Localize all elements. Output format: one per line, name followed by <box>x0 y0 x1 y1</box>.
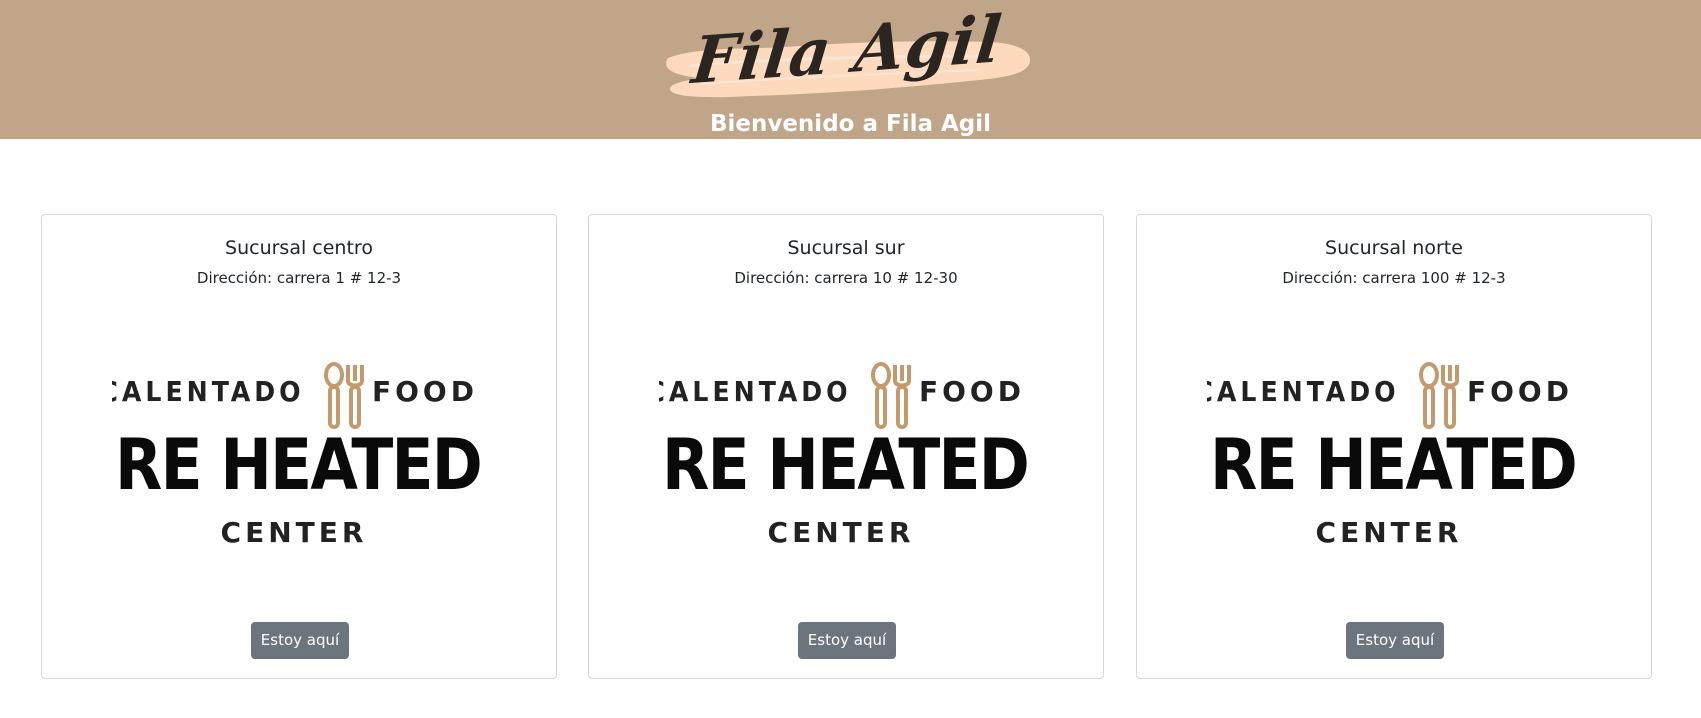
fila-agil-logo: Fila Agil <box>660 2 1034 112</box>
brand-top-right: FOOD <box>372 375 478 408</box>
branch-name: Sucursal sur <box>787 237 905 259</box>
branch-address: Dirección: carrera 10 # 12-30 <box>734 269 958 287</box>
branch-card: Sucursal sur Dirección: carrera 10 # 12-… <box>588 214 1104 679</box>
estoy-aqui-button[interactable]: Estoy aquí <box>251 622 349 659</box>
reheated-food-center-logo: CALENTADO FOOD RE HEATED CENTER <box>112 362 483 547</box>
estoy-aqui-button[interactable]: Estoy aquí <box>798 622 896 659</box>
brand-top-left: CALENTADO <box>1207 375 1400 408</box>
branch-name: Sucursal centro <box>225 237 373 259</box>
branch-card: Sucursal norte Dirección: carrera 100 # … <box>1136 214 1652 679</box>
brand-bottom: CENTER <box>221 516 368 547</box>
brand-top-left: CALENTADO <box>112 375 305 408</box>
brand-top-right: FOOD <box>1467 375 1573 408</box>
branch-card: Sucursal centro Dirección: carrera 1 # 1… <box>41 214 557 679</box>
estoy-aqui-button[interactable]: Estoy aquí <box>1346 622 1444 659</box>
brand-main: RE HEATED <box>1210 424 1576 506</box>
welcome-heading: Bienvenido a Fila Agil <box>709 111 992 137</box>
brand-main: RE HEATED <box>662 424 1028 506</box>
brand-top-right: FOOD <box>919 375 1025 408</box>
brand-main: RE HEATED <box>115 424 481 506</box>
brand-bottom: CENTER <box>768 516 915 547</box>
branch-address: Dirección: carrera 1 # 12-3 <box>196 269 402 287</box>
site-header: Fila Agil Bienvenido a Fila Agil <box>0 0 1701 139</box>
branch-address: Dirección: carrera 100 # 12-3 <box>1282 269 1506 287</box>
reheated-food-center-logo: CALENTADO FOOD RE HEATED CENTER <box>659 362 1030 547</box>
spoon-fork-icon <box>324 362 364 429</box>
branch-name: Sucursal norte <box>1325 237 1463 259</box>
brand-bottom: CENTER <box>1316 516 1463 547</box>
spoon-fork-icon <box>1419 362 1459 429</box>
spoon-fork-icon <box>871 362 911 429</box>
reheated-food-center-logo: CALENTADO FOOD RE HEATED CENTER <box>1207 362 1578 547</box>
brand-top-left: CALENTADO <box>659 375 852 408</box>
